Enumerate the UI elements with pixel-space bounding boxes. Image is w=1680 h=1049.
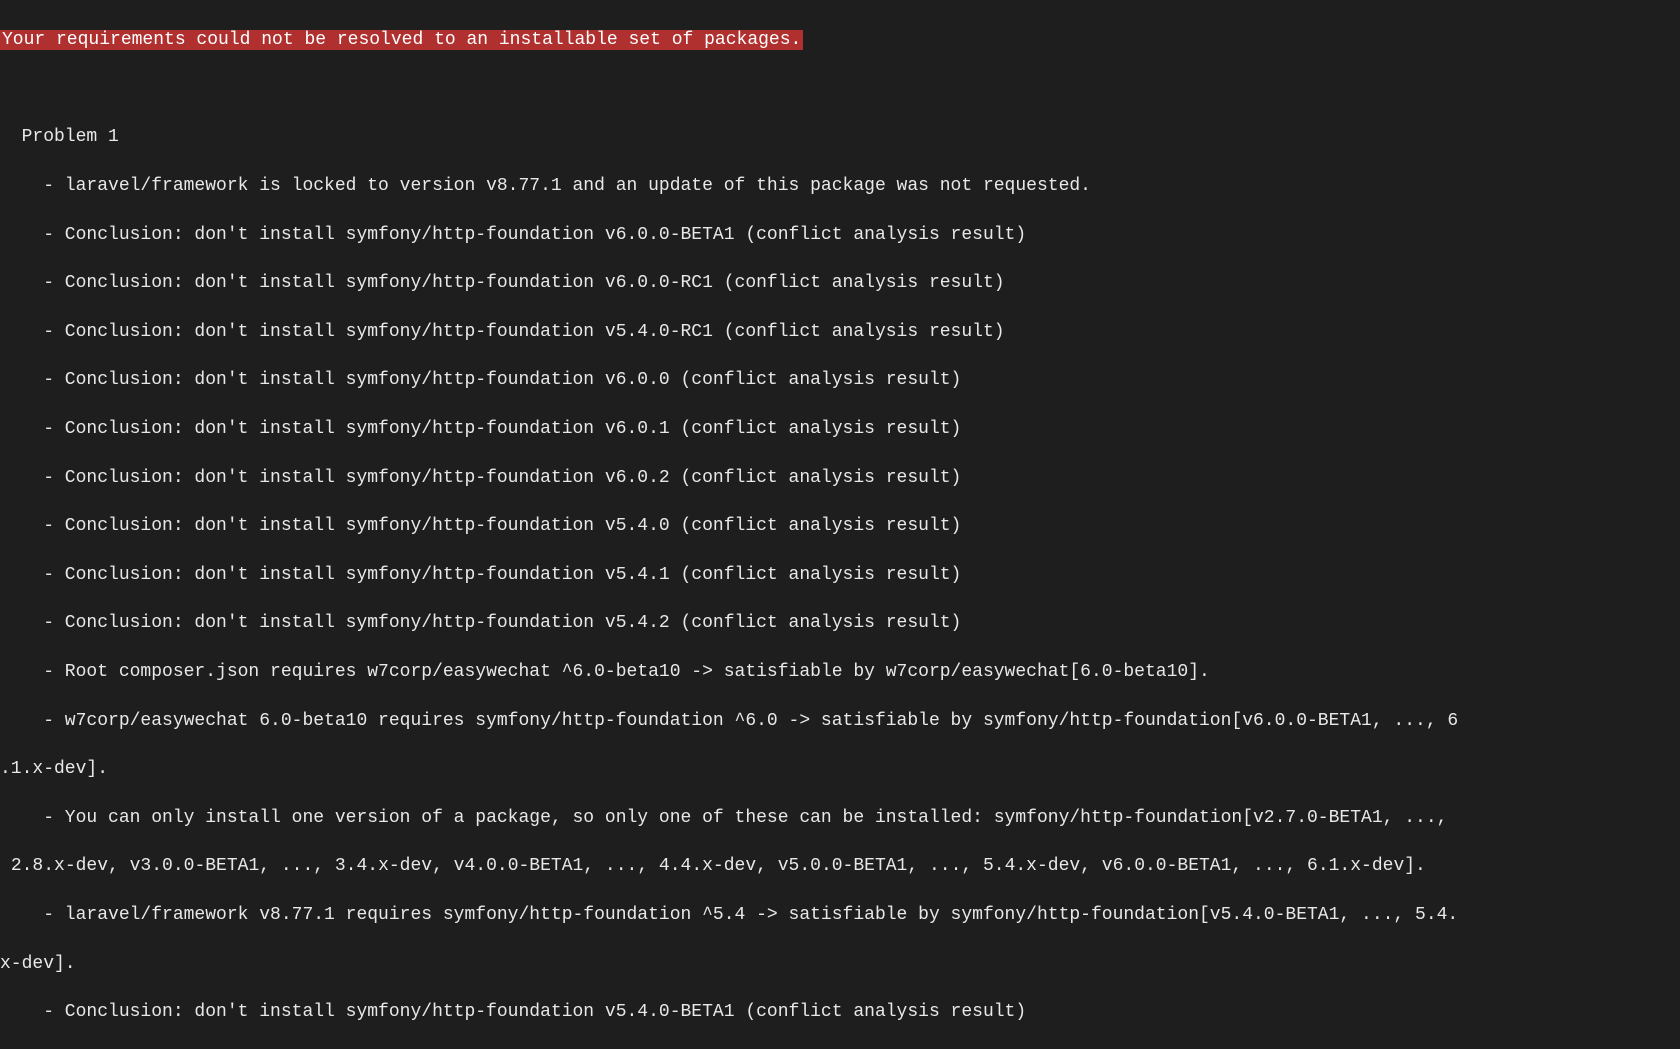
output-line: - Conclusion: don't install symfony/http… bbox=[0, 223, 1680, 247]
output-line: - Conclusion: don't install symfony/http… bbox=[0, 1000, 1680, 1024]
output-line: - Conclusion: don't install symfony/http… bbox=[0, 514, 1680, 538]
output-line: - w7corp/easywechat 6.0-beta10 requires … bbox=[0, 709, 1680, 733]
output-line-wrap: x-dev]. bbox=[0, 952, 1680, 976]
output-line: - Conclusion: don't install symfony/http… bbox=[0, 611, 1680, 635]
output-line-wrap: 2.8.x-dev, v3.0.0-BETA1, ..., 3.4.x-dev,… bbox=[0, 854, 1680, 878]
output-line: - Root composer.json requires w7corp/eas… bbox=[0, 660, 1680, 684]
output-line: - Conclusion: don't install symfony/http… bbox=[0, 563, 1680, 587]
output-line: - Conclusion: don't install symfony/http… bbox=[0, 417, 1680, 441]
output-line-wrap: .1.x-dev]. bbox=[0, 757, 1680, 781]
problem-header: Problem 1 bbox=[0, 125, 1680, 149]
output-line: - Conclusion: don't install symfony/http… bbox=[0, 466, 1680, 490]
output-line: - Conclusion: don't install symfony/http… bbox=[0, 320, 1680, 344]
output-line: - Conclusion: don't install symfony/http… bbox=[0, 368, 1680, 392]
output-line: - Conclusion: don't install symfony/http… bbox=[0, 271, 1680, 295]
output-line: - You can only install one version of a … bbox=[0, 806, 1680, 830]
output-line: - laravel/framework is locked to version… bbox=[0, 174, 1680, 198]
error-header: Your requirements could not be resolved … bbox=[0, 30, 803, 50]
output-line: - laravel/framework v8.77.1 requires sym… bbox=[0, 903, 1680, 927]
terminal-output: Your requirements could not be resolved … bbox=[0, 4, 1680, 1049]
blank-line bbox=[0, 77, 1680, 101]
